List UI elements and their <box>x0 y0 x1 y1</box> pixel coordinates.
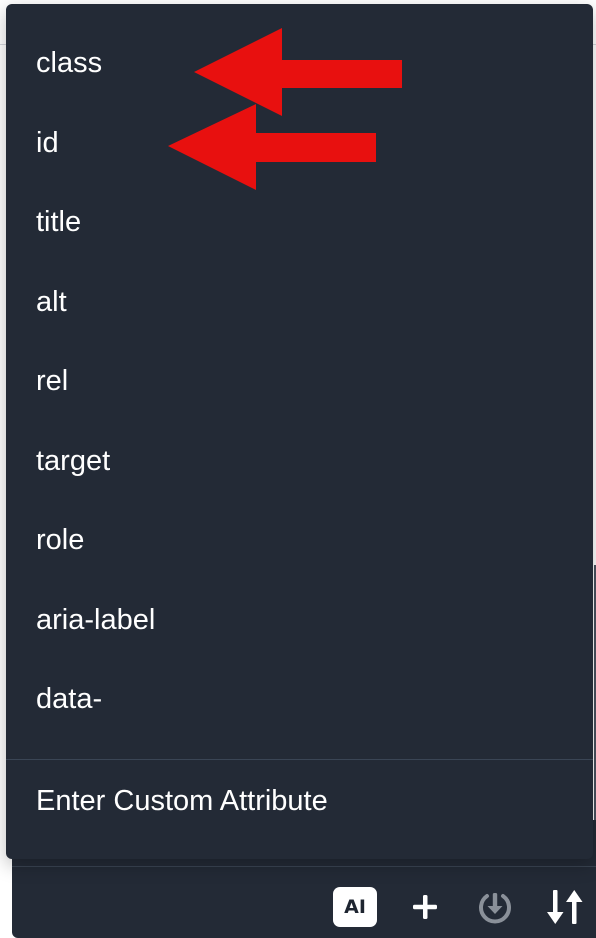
menu-item-label: alt <box>36 285 67 318</box>
menu-item-rel[interactable]: rel <box>6 342 593 422</box>
menu-item-label: target <box>36 444 111 477</box>
enter-custom-attribute-item[interactable]: Enter Custom Attribute <box>6 761 593 841</box>
sort-arrows-icon <box>547 890 583 924</box>
toolbar-divider <box>12 866 596 867</box>
import-button[interactable] <box>472 884 518 930</box>
page: AI class id title alt rel target role ar… <box>0 0 596 938</box>
menu-item-label: title <box>36 206 82 239</box>
sort-button[interactable] <box>542 884 588 930</box>
menu-item-target[interactable]: target <box>6 422 593 502</box>
menu-item-data[interactable]: data- <box>6 660 593 740</box>
arrow-pointing-at-id <box>168 104 376 190</box>
menu-divider <box>6 759 593 760</box>
menu-item-label: id <box>36 126 59 159</box>
menu-item-aria-label[interactable]: aria-label <box>6 581 593 661</box>
menu-item-alt[interactable]: alt <box>6 263 593 343</box>
menu-item-role[interactable]: role <box>6 501 593 581</box>
menu-item-title[interactable]: title <box>6 183 593 263</box>
menu-item-label: rel <box>36 365 69 398</box>
menu-item-label: class <box>36 47 103 80</box>
menu-item-label: role <box>36 524 85 557</box>
ai-icon: AI <box>333 887 377 927</box>
menu-item-label: aria-label <box>36 603 156 636</box>
power-download-icon <box>479 893 511 924</box>
plus-icon <box>413 895 437 919</box>
add-button[interactable] <box>402 884 448 930</box>
menu-item-label: Enter Custom Attribute <box>36 784 328 817</box>
menu-item-label: data- <box>36 683 103 716</box>
ai-button[interactable]: AI <box>332 884 378 930</box>
toolbar-icon-group: AI <box>332 884 588 930</box>
